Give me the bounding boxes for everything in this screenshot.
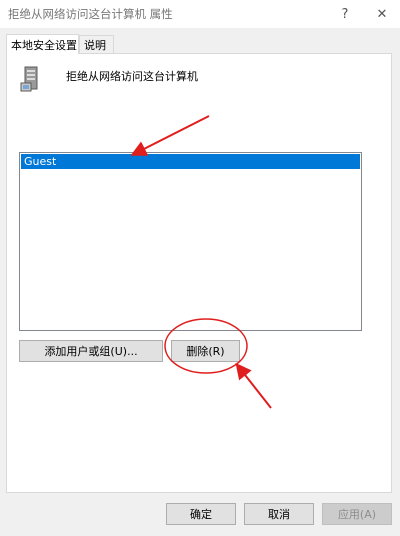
tab-label: 本地安全设置	[11, 38, 77, 52]
tab-label: 说明	[84, 38, 106, 52]
server-icon	[20, 66, 44, 92]
add-user-or-group-button[interactable]: 添加用户或组(U)...	[19, 340, 163, 362]
list-item-label: Guest	[24, 155, 57, 168]
list-item[interactable]: Guest	[21, 154, 360, 169]
user-group-list[interactable]: Guest	[19, 152, 362, 331]
ok-button[interactable]: 确定	[166, 503, 236, 525]
window-title: 拒绝从网络访问这台计算机 属性	[8, 7, 173, 21]
title-bar: 拒绝从网络访问这台计算机 属性 ? ✕	[0, 0, 400, 28]
help-icon[interactable]: ?	[327, 0, 363, 28]
properties-dialog: 拒绝从网络访问这台计算机 属性 ? ✕ 本地安全设置 说明 拒绝从网络访问这台计…	[0, 0, 400, 536]
cancel-button[interactable]: 取消	[244, 503, 314, 525]
remove-button[interactable]: 删除(R)	[171, 340, 240, 362]
tab-explain[interactable]: 说明	[79, 35, 114, 53]
apply-button[interactable]: 应用(A)	[322, 503, 392, 525]
policy-name: 拒绝从网络访问这台计算机	[66, 70, 198, 83]
close-icon[interactable]: ✕	[364, 0, 400, 28]
tab-local-security-setting[interactable]: 本地安全设置	[6, 34, 79, 54]
